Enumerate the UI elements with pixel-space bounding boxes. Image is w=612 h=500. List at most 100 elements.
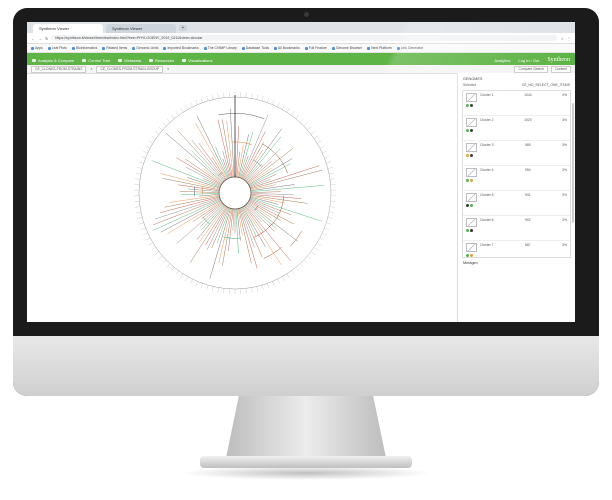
nav-menu-item[interactable]: Control Tree [82, 58, 110, 63]
bookmark-item[interactable]: BioInformatics [71, 46, 97, 50]
list-item[interactable]: Cluster 4 954 3% [463, 166, 570, 191]
tree-leaf-tick [180, 273, 184, 279]
tree-branch [187, 188, 220, 192]
tree-leaf-tick [256, 94, 259, 100]
tree-leaf-tick [329, 211, 335, 214]
cluster-name: Cluster 1 [480, 93, 494, 97]
color-dot-icon [470, 154, 473, 157]
nav-menu-item[interactable]: Metadata [118, 58, 141, 63]
nav-menu-item[interactable]: Analysis & Compare [32, 58, 74, 63]
nav-right-item[interactable]: Analytics [494, 58, 510, 63]
cluster-pct: 4% [562, 93, 567, 97]
back-icon[interactable]: ← [31, 36, 35, 41]
color-dots [466, 129, 477, 132]
bookmark-item[interactable]: Imported Bookmarks [163, 46, 199, 50]
bookmark-item[interactable]: Database Tools [241, 46, 269, 50]
bookmark-icon [331, 46, 335, 50]
monitor-stand-foot [200, 456, 412, 468]
star-icon[interactable]: ☆ [560, 36, 564, 41]
tree-leaf-tick [211, 94, 214, 100]
tree-branch [165, 132, 224, 183]
tree-canvas[interactable] [27, 73, 457, 322]
reload-icon[interactable]: ↻ [45, 36, 48, 41]
tree-leaf-tick [245, 92, 247, 98]
list-item[interactable]: Cluster 2 1020 4% [463, 116, 570, 141]
bookmark-item[interactable]: Leaf Plots [47, 46, 67, 50]
bookmark-item[interactable]: Genomic Units [132, 46, 158, 50]
panel-title: GENOMES [463, 77, 483, 81]
selected-value: CE_NO_SELECT_ONE_ITEMS [521, 83, 570, 87]
bookmark-item[interactable]: Apps [31, 46, 43, 50]
tree-branch [244, 205, 264, 233]
color-dots [466, 204, 477, 207]
color-dot-icon [466, 204, 469, 207]
compare-search-button[interactable]: Compare Search [514, 65, 549, 73]
bookmark-item[interactable]: All Bookmarks [274, 46, 300, 50]
tree-branch [211, 207, 229, 249]
tree-leaf-tick [166, 118, 171, 123]
tree-thumbnail-icon [466, 218, 477, 227]
tree-branch [215, 146, 229, 179]
forward-icon[interactable]: → [38, 36, 42, 41]
tree-clade-arc [223, 236, 241, 239]
content-select[interactable]: Content [551, 65, 571, 73]
browser-tabstrip: Syntheon Viewer Syntheon Viewer + [27, 22, 575, 33]
new-tab-button[interactable]: + [179, 25, 187, 31]
tree-leaf-tick [143, 150, 148, 154]
close-icon[interactable]: × [90, 67, 92, 71]
tree-branch [228, 208, 234, 252]
list-item[interactable]: Cluster 6 902 3% [463, 216, 570, 241]
list-item[interactable]: Cluster 3 989 3% [463, 141, 570, 166]
tree-leaf-tick [148, 242, 153, 246]
bookmark-label: Genome Browser [335, 46, 363, 50]
nav-right-item[interactable]: Log In / Out [518, 58, 539, 63]
color-dots [466, 104, 477, 107]
view-tab[interactable]: CE_CLONES-FROM-STRAINS [31, 65, 87, 73]
tree-leaf-tick [135, 206, 140, 208]
eye-icon [182, 58, 187, 62]
bookmark-item[interactable]: Related Items [102, 46, 127, 50]
tree-leaf-tick [261, 285, 264, 290]
close-icon[interactable]: × [167, 67, 169, 71]
scrollbar[interactable] [572, 103, 574, 223]
browser-tab[interactable]: Syntheon Viewer [106, 24, 176, 33]
list-item[interactable]: Cluster 5 931 3% [463, 191, 570, 216]
tree-leaf-tick [324, 227, 330, 230]
list-item[interactable]: Cluster 1 1044 4% [463, 91, 570, 116]
tree-branch [222, 208, 233, 266]
tree-clade-arc [290, 231, 302, 247]
bookmark-label: Full Feature [308, 46, 327, 50]
url-input[interactable]: https://syntheon.it/viewer/treeview/inde… [51, 35, 558, 41]
cluster-pct: 3% [562, 193, 567, 197]
view-tab[interactable]: CE_CLONES-FROM-STRAIN-GROUP [96, 65, 164, 73]
bookmark-item[interactable]: Full Feature [304, 46, 327, 50]
cluster-count: 902 [525, 218, 531, 222]
tree-leaf-tick [175, 111, 179, 116]
nav-menu-item[interactable]: Visualizations [182, 58, 212, 63]
nav-menu-label: Control Tree [88, 57, 111, 63]
tree-leaf-tick [272, 281, 275, 287]
list-item[interactable]: Cluster 7 887 3% [463, 241, 570, 257]
browser-tab[interactable]: Syntheon Viewer [33, 24, 103, 33]
metagen-title: Metagen [463, 261, 478, 265]
bookmark-label: Imported Bookmarks [167, 46, 199, 50]
monitor-shadow [180, 466, 432, 480]
tree-leaf-tick [138, 161, 144, 164]
cluster-count: 1044 [524, 93, 532, 97]
tree-leaf-tick [138, 222, 144, 225]
tree-leaf-tick [154, 251, 160, 255]
circular-phylogenetic-tree[interactable] [27, 73, 457, 322]
menu-icon[interactable]: ⋮ [567, 36, 571, 41]
tree-leaf-tick [170, 114, 175, 119]
bookmark-item[interactable]: Next Platform [367, 46, 392, 50]
nav-menu-label: Metadata [124, 57, 141, 63]
tree-thumbnail-icon [466, 168, 477, 177]
tree-leaf-tick [166, 263, 171, 268]
bookmark-icon [47, 46, 51, 50]
tree-leaf-tick [151, 135, 156, 139]
nav-menu-item[interactable]: Resources [148, 58, 174, 63]
tree-branch [222, 119, 233, 178]
bookmark-item[interactable]: Genome Browser [331, 46, 363, 50]
bookmark-item[interactable]: The CHIMP Library [203, 46, 237, 50]
bookmark-item[interactable]: Link Generator [396, 46, 423, 50]
